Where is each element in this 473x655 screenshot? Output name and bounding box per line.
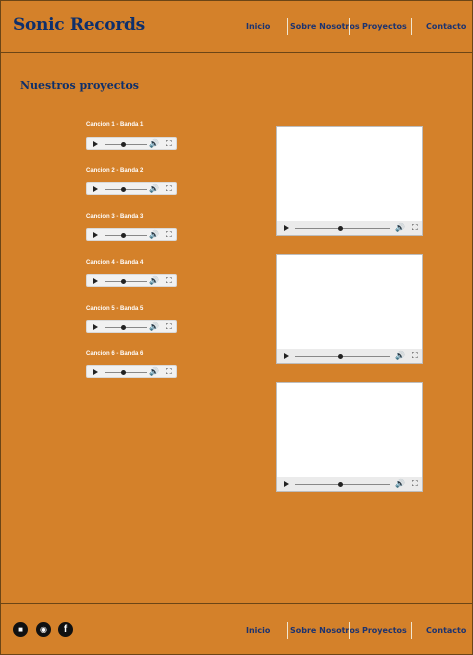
volume-icon[interactable]: 🔊 bbox=[149, 275, 159, 287]
seek-bar[interactable] bbox=[105, 143, 147, 145]
footer-nav-proyectos[interactable]: Proyectos bbox=[362, 622, 407, 639]
footer-nav-contacto[interactable]: Contacto bbox=[426, 622, 466, 639]
volume-icon[interactable]: 🔊 bbox=[149, 321, 159, 333]
video-player[interactable]: 🔊 ⛶ bbox=[276, 126, 423, 236]
nav-divider bbox=[287, 18, 288, 35]
video-controls: 🔊 ⛶ bbox=[277, 349, 422, 363]
nav-proyectos[interactable]: Proyectos bbox=[362, 18, 407, 35]
seek-handle[interactable] bbox=[121, 186, 126, 192]
section-title: Nuestros proyectos bbox=[20, 79, 140, 92]
nav-contacto[interactable]: Contacto bbox=[426, 18, 466, 35]
play-icon[interactable] bbox=[93, 278, 98, 284]
play-icon[interactable] bbox=[284, 353, 289, 359]
nav-divider bbox=[411, 622, 412, 639]
nav-divider bbox=[349, 18, 350, 35]
audio-player[interactable]: 🔊 ⛶ bbox=[86, 365, 177, 378]
fullscreen-icon[interactable]: ⛶ bbox=[166, 138, 172, 150]
play-icon[interactable] bbox=[93, 324, 98, 330]
nav-divider bbox=[349, 622, 350, 639]
track-label: Cancion 3 - Banda 3 bbox=[86, 214, 144, 220]
seek-handle[interactable] bbox=[338, 225, 343, 231]
fullscreen-icon[interactable]: ⛶ bbox=[166, 183, 172, 195]
fullscreen-icon[interactable]: ⛶ bbox=[412, 477, 418, 491]
volume-icon[interactable]: 🔊 bbox=[149, 183, 159, 195]
nav-divider bbox=[287, 622, 288, 639]
volume-icon[interactable]: 🔊 bbox=[149, 229, 159, 241]
seek-handle[interactable] bbox=[121, 232, 126, 238]
play-icon[interactable] bbox=[93, 369, 98, 375]
seek-handle[interactable] bbox=[338, 353, 343, 359]
volume-icon[interactable]: 🔊 bbox=[149, 138, 159, 150]
seek-bar[interactable] bbox=[105, 326, 147, 328]
top-nav: Inicio Sobre Nosotros Proyectos Contacto bbox=[0, 18, 473, 35]
fullscreen-icon[interactable]: ⛶ bbox=[166, 321, 172, 333]
site-footer: ■ ◉ f Inicio Sobre Nosotros Proyectos Co… bbox=[0, 603, 473, 655]
volume-icon[interactable]: 🔊 bbox=[395, 477, 405, 491]
track-label: Cancion 4 - Banda 4 bbox=[86, 260, 144, 266]
audio-player[interactable]: 🔊 ⛶ bbox=[86, 274, 177, 287]
audio-player[interactable]: 🔊 ⛶ bbox=[86, 320, 177, 333]
play-icon[interactable] bbox=[93, 141, 98, 147]
video-player[interactable]: 🔊 ⛶ bbox=[276, 382, 423, 492]
volume-icon[interactable]: 🔊 bbox=[149, 366, 159, 378]
fullscreen-icon[interactable]: ⛶ bbox=[166, 275, 172, 287]
play-icon[interactable] bbox=[284, 481, 289, 487]
fullscreen-icon[interactable]: ⛶ bbox=[166, 229, 172, 241]
fullscreen-icon[interactable]: ⛶ bbox=[412, 221, 418, 235]
volume-icon[interactable]: 🔊 bbox=[395, 221, 405, 235]
seek-handle[interactable] bbox=[121, 278, 126, 284]
audio-player[interactable]: 🔊 ⛶ bbox=[86, 182, 177, 195]
seek-bar[interactable] bbox=[105, 188, 147, 190]
seek-handle[interactable] bbox=[121, 324, 126, 330]
seek-handle[interactable] bbox=[338, 481, 343, 487]
track-label: Cancion 1 - Banda 1 bbox=[86, 122, 144, 128]
seek-bar[interactable] bbox=[105, 371, 147, 373]
fullscreen-icon[interactable]: ⛶ bbox=[166, 366, 172, 378]
seek-bar[interactable] bbox=[105, 280, 147, 282]
video-controls: 🔊 ⛶ bbox=[277, 477, 422, 491]
play-icon[interactable] bbox=[284, 225, 289, 231]
seek-bar[interactable] bbox=[105, 234, 147, 236]
footer-nav: Inicio Sobre Nosotros Proyectos Contacto bbox=[0, 622, 473, 639]
fullscreen-icon[interactable]: ⛶ bbox=[412, 349, 418, 363]
site-header: Sonic Records Inicio Sobre Nosotros Proy… bbox=[0, 0, 473, 53]
footer-nav-inicio[interactable]: Inicio bbox=[246, 622, 270, 639]
video-player[interactable]: 🔊 ⛶ bbox=[276, 254, 423, 364]
audio-player[interactable]: 🔊 ⛶ bbox=[86, 228, 177, 241]
audio-player[interactable]: 🔊 ⛶ bbox=[86, 137, 177, 150]
nav-divider bbox=[411, 18, 412, 35]
nav-inicio[interactable]: Inicio bbox=[246, 18, 270, 35]
play-icon[interactable] bbox=[93, 186, 98, 192]
play-icon[interactable] bbox=[93, 232, 98, 238]
track-label: Cancion 5 - Banda 5 bbox=[86, 306, 144, 312]
track-label: Cancion 2 - Banda 2 bbox=[86, 168, 144, 174]
seek-handle[interactable] bbox=[121, 369, 126, 375]
volume-icon[interactable]: 🔊 bbox=[395, 349, 405, 363]
video-controls: 🔊 ⛶ bbox=[277, 221, 422, 235]
track-label: Cancion 6 - Banda 6 bbox=[86, 351, 144, 357]
seek-handle[interactable] bbox=[121, 141, 126, 147]
